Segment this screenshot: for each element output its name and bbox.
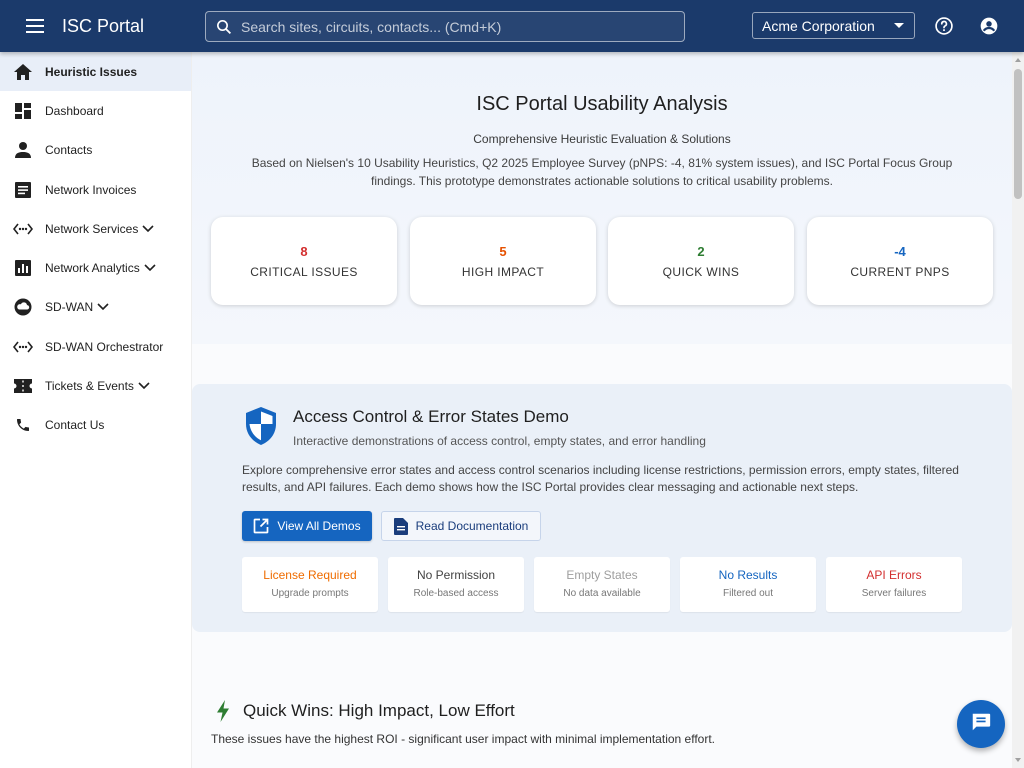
chevron-down-icon (142, 225, 154, 233)
ticket-icon (13, 376, 33, 396)
sidebar-item-sd-wan-orchestrator[interactable]: SD-WAN Orchestrator (0, 327, 191, 366)
settings-ethernet-icon (13, 219, 33, 239)
sidebar-item-label: Heuristic Issues (45, 64, 138, 79)
dashboard-icon (13, 101, 33, 121)
main-content: ISC Portal Usability Analysis Comprehens… (192, 52, 1012, 768)
button-label: View All Demos (277, 519, 361, 533)
demo-card-license-required[interactable]: License Required Upgrade prompts (242, 557, 378, 612)
demo-subtitle: Filtered out (722, 588, 774, 599)
demo-subtitle: Upgrade prompts (271, 588, 349, 599)
sidebar-item-label: Dashboard (45, 103, 104, 118)
chevron-down-icon (138, 382, 150, 390)
sidebar-item-contact-us[interactable]: Contact Us (0, 406, 191, 445)
section-title: Quick Wins: High Impact, Low Effort (243, 701, 515, 720)
app-title[interactable]: ISC Portal (62, 16, 194, 37)
stat-value: -4 (894, 244, 906, 259)
help-icon[interactable] (932, 14, 956, 38)
stat-value: 2 (697, 244, 705, 259)
demo-subtitle: Role-based access (413, 588, 499, 599)
analytics-icon (13, 258, 33, 278)
scrollbar[interactable] (1012, 52, 1024, 768)
chevron-down-icon (97, 303, 109, 311)
sidebar-item-label: Network Services (45, 221, 139, 236)
stat-value: 8 (300, 244, 308, 259)
invoice-icon (13, 180, 33, 200)
demo-title: API Errors (866, 568, 922, 582)
person-icon (13, 140, 33, 160)
settings-ethernet-icon (13, 337, 33, 357)
demo-card-empty-states[interactable]: Empty States No data available (534, 557, 670, 612)
home-icon (13, 62, 33, 82)
demo-title: Empty States (566, 568, 638, 582)
section-description: These issues have the highest ROI - sign… (211, 732, 715, 746)
sidebar-item-label: SD-WAN (45, 300, 94, 315)
demo-card-no-permission[interactable]: No Permission Role-based access (388, 557, 524, 612)
sidebar-item-network-services[interactable]: Network Services (0, 209, 191, 248)
analysis-header: ISC Portal Usability Analysis Comprehens… (192, 52, 1012, 344)
sidebar-item-tickets-events[interactable]: Tickets & Events (0, 366, 191, 405)
section-title: Access Control & Error States Demo (293, 407, 569, 426)
section-subtitle: Interactive demonstrations of access con… (293, 434, 706, 448)
stat-card-high-impact: 5 HIGH IMPACT (410, 217, 596, 305)
sidebar-item-label: Tickets & Events (45, 379, 134, 394)
organization-select[interactable]: Acme Corporation (752, 12, 915, 39)
read-documentation-button[interactable]: Read Documentation (381, 511, 541, 541)
stat-card-current-pnps: -4 CURRENT PNPS (807, 217, 993, 305)
sidebar-item-label: SD-WAN Orchestrator (45, 339, 164, 354)
section-description: Explore comprehensive error states and a… (242, 463, 959, 494)
search-icon (215, 18, 233, 36)
stat-value: 5 (499, 244, 507, 259)
sidebar-item-label: Network Invoices (45, 182, 137, 197)
menu-icon[interactable] (17, 8, 53, 44)
scrollbar-thumb[interactable] (1014, 69, 1022, 199)
account-icon[interactable] (977, 14, 1001, 38)
global-search[interactable] (205, 11, 685, 42)
scroll-down-arrow[interactable] (1015, 758, 1021, 762)
view-all-demos-button[interactable]: View All Demos (242, 511, 372, 541)
open-in-new-icon (253, 518, 269, 534)
demo-title: No Results (718, 568, 778, 582)
sidebar-item-network-invoices[interactable]: Network Invoices (0, 170, 191, 209)
quick-wins-section: Quick Wins: High Impact, Low Effort Thes… (192, 672, 1012, 768)
sidebar-item-label: Contact Us (45, 418, 105, 433)
chevron-down-icon (894, 23, 904, 28)
sidebar: Heuristic Issues Dashboard Contacts Netw… (0, 52, 192, 768)
demo-subtitle: No data available (563, 588, 641, 599)
chat-button[interactable] (957, 700, 1005, 748)
sidebar-item-label: Contacts (45, 143, 93, 158)
button-label: Read Documentation (415, 519, 529, 533)
sidebar-item-dashboard[interactable]: Dashboard (0, 91, 191, 130)
page-title: ISC Portal Usability Analysis (476, 93, 728, 115)
stat-card-quick-wins: 2 QUICK WINS (608, 217, 794, 305)
stat-label: CRITICAL ISSUES (250, 265, 358, 279)
demo-card-no-results[interactable]: No Results Filtered out (680, 557, 816, 612)
sidebar-item-network-analytics[interactable]: Network Analytics (0, 248, 191, 287)
sidebar-item-heuristic-issues[interactable]: Heuristic Issues (0, 52, 191, 92)
sidebar-item-contacts[interactable]: Contacts (0, 131, 191, 170)
stat-label: HIGH IMPACT (461, 265, 545, 279)
chevron-down-icon (144, 264, 156, 272)
shield-icon (244, 406, 278, 451)
search-input[interactable] (241, 18, 684, 35)
demo-title: No Permission (416, 568, 496, 582)
page-subtitle: Comprehensive Heuristic Evaluation & Sol… (473, 132, 731, 146)
scroll-up-arrow[interactable] (1015, 58, 1021, 62)
sidebar-item-label: Network Analytics (45, 261, 140, 276)
sidebar-item-sd-wan[interactable]: SD-WAN (0, 288, 191, 327)
access-control-demo-card: Access Control & Error States Demo Inter… (192, 384, 1012, 632)
page-description: Based on Nielsen's 10 Usability Heuristi… (251, 156, 953, 188)
demo-title: License Required (263, 568, 357, 582)
chat-icon (970, 711, 992, 738)
cloud-icon (13, 297, 33, 317)
demo-card-api-errors[interactable]: API Errors Server failures (826, 557, 962, 612)
phone-icon (13, 415, 33, 435)
document-icon (393, 517, 408, 535)
stat-card-critical-issues: 8 CRITICAL ISSUES (211, 217, 397, 305)
stat-label: QUICK WINS (662, 265, 740, 279)
stat-label: CURRENT PNPS (850, 265, 950, 279)
demo-subtitle: Server failures (861, 588, 927, 599)
organization-select-value: Acme Corporation (762, 17, 875, 34)
bolt-icon (216, 700, 230, 727)
